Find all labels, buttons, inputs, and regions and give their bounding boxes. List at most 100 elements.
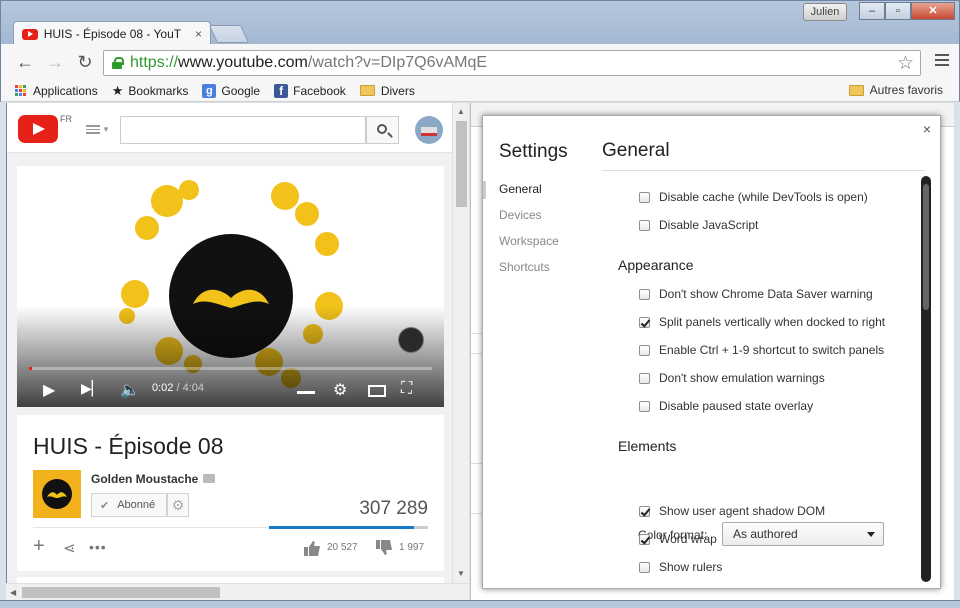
subscription-settings-icon[interactable]: ⚙ (167, 493, 189, 517)
maximize-button[interactable]: ▫ (885, 2, 911, 20)
nav-item-shortcuts[interactable]: Shortcuts (499, 260, 559, 286)
checkbox[interactable] (639, 316, 650, 328)
subscribe-label: Abonné (117, 499, 156, 511)
play-icon[interactable]: ▶ (43, 380, 55, 400)
channel-name[interactable]: Golden Moustache (91, 472, 198, 486)
back-arrow-icon[interactable]: ← (15, 52, 35, 72)
bookmark-label: Bookmarks (128, 83, 189, 98)
lock-icon (112, 57, 124, 69)
scroll-up-icon[interactable]: ▲ (457, 107, 465, 116)
bookmark-bookmarks[interactable]: ★ Bookmarks (112, 83, 189, 99)
bookmark-star-icon[interactable]: ☆ (897, 52, 914, 75)
gear-icon[interactable]: ⚙ (333, 380, 347, 400)
bookmark-other-favorites[interactable]: Autres favoris (848, 83, 943, 97)
option-word-wrap[interactable]: Word wrap (639, 532, 717, 546)
channel-watermark-icon[interactable] (398, 327, 424, 353)
checkbox[interactable] (639, 561, 650, 573)
scrollbar-thumb[interactable] (22, 587, 220, 598)
checkbox[interactable] (639, 400, 650, 412)
browser-tab[interactable]: HUIS - Épisode 08 - YouT × (13, 21, 211, 46)
dislike-count: 1 997 (399, 542, 425, 553)
progress-bar[interactable] (29, 367, 432, 370)
checkbox[interactable] (639, 191, 650, 203)
share-icon[interactable]: ⋖ (63, 539, 76, 557)
guide-menu-icon[interactable] (86, 125, 100, 134)
view-count: 307 289 (359, 498, 428, 519)
reload-icon[interactable]: ↻ (75, 52, 95, 72)
minimize-button[interactable]: ‒ (859, 2, 885, 20)
nav-item-workspace[interactable]: Workspace (499, 234, 559, 260)
page-horizontal-scrollbar[interactable]: ◀ (6, 583, 469, 600)
scrollbar-thumb[interactable] (456, 121, 467, 207)
nav-item-general[interactable]: General (499, 182, 559, 208)
subscribe-button[interactable]: ✔ Abonné (91, 493, 167, 517)
settings-nav: General Devices Workspace Shortcuts (499, 182, 559, 286)
scroll-left-icon[interactable]: ◀ (10, 588, 16, 597)
browser-toolbar: ← → ↻ https://www.youtube.com/watch?v=DI… (0, 44, 960, 80)
profile-badge[interactable]: Julien (803, 3, 847, 21)
close-window-button[interactable]: ✕ (911, 2, 955, 20)
section-appearance: Appearance (618, 257, 694, 273)
bookmark-label: Divers (380, 83, 415, 98)
checkbox[interactable] (639, 344, 650, 356)
scroll-down-icon[interactable]: ▼ (457, 569, 465, 578)
bookmark-label: Facebook (293, 83, 346, 98)
bookmark-applications[interactable]: Applications (15, 84, 98, 98)
bookmark-divers[interactable]: Divers (359, 83, 415, 98)
youtube-favicon-icon (22, 28, 38, 40)
youtube-logo-icon[interactable] (18, 115, 58, 143)
option-paused-overlay[interactable]: Disable paused state overlay (639, 399, 813, 413)
checkbox[interactable] (639, 288, 650, 300)
theater-mode-icon[interactable] (368, 385, 386, 397)
option-label: Show rulers (659, 560, 723, 574)
option-disable-javascript[interactable]: Disable JavaScript (639, 218, 758, 232)
option-shadow-dom[interactable]: Show user agent shadow DOM (639, 504, 825, 518)
option-split-panels[interactable]: Split panels vertically when docked to r… (639, 315, 885, 329)
nav-item-devices[interactable]: Devices (499, 208, 559, 234)
next-icon[interactable]: ▶▏ (81, 380, 103, 397)
scrollbar-thumb[interactable] (923, 184, 929, 310)
video-player[interactable]: ▶ ▶▏ 🔈 0:02 / 4:04 ⚙ ⛶ (17, 166, 444, 407)
section-elements: Elements (618, 438, 677, 454)
option-emulation-warnings[interactable]: Don't show emulation warnings (639, 371, 825, 385)
chevron-down-icon[interactable]: ▼ (102, 125, 110, 134)
forward-arrow-icon[interactable]: → (45, 52, 65, 72)
page-vertical-scrollbar[interactable]: ▲ ▼ (452, 103, 469, 583)
checkbox[interactable] (639, 533, 650, 545)
google-icon: g (202, 83, 217, 98)
channel-avatar[interactable] (33, 470, 81, 518)
checkbox[interactable] (639, 372, 650, 384)
checkbox[interactable] (639, 219, 650, 231)
subtitles-icon[interactable] (297, 382, 315, 394)
settings-body: Disable cache (while DevTools is open) D… (602, 171, 920, 588)
close-icon[interactable]: × (923, 121, 931, 137)
avatar[interactable] (415, 116, 443, 144)
url-text: https://www.youtube.com/watch?v=DIp7Q6vA… (130, 54, 488, 71)
locale-label: FR (60, 114, 72, 124)
search-input[interactable] (120, 116, 366, 144)
chrome-menu-icon[interactable] (935, 54, 949, 66)
option-ctrl-shortcut[interactable]: Enable Ctrl + 1-9 shortcut to switch pan… (639, 343, 884, 357)
checkbox[interactable] (639, 505, 650, 517)
settings-title: Settings (499, 141, 568, 162)
bookmark-google[interactable]: g Google (202, 83, 260, 98)
volume-icon[interactable]: 🔈 (120, 380, 140, 400)
search-button[interactable] (366, 116, 399, 144)
color-format-select[interactable]: As authored (722, 522, 884, 546)
fullscreen-icon[interactable]: ⛶ (401, 380, 412, 398)
bookmark-facebook[interactable]: f Facebook (274, 83, 346, 98)
thumbs-up-icon[interactable] (303, 540, 321, 556)
settings-scrollbar[interactable] (921, 176, 931, 582)
tab-close-icon[interactable]: × (195, 27, 202, 41)
new-tab-button[interactable] (208, 25, 250, 43)
verified-icon (203, 474, 215, 483)
add-to-icon[interactable]: + (33, 535, 45, 558)
panel-title: General (602, 140, 670, 161)
thumbs-down-icon[interactable] (375, 540, 393, 556)
option-data-saver-warning[interactable]: Don't show Chrome Data Saver warning (639, 287, 873, 301)
address-bar[interactable]: https://www.youtube.com/watch?v=DIp7Q6vA… (103, 50, 921, 76)
folder-icon (848, 84, 864, 96)
option-disable-cache[interactable]: Disable cache (while DevTools is open) (639, 190, 868, 204)
option-show-rulers[interactable]: Show rulers (639, 560, 722, 574)
more-actions-icon[interactable]: ••• (89, 539, 107, 555)
